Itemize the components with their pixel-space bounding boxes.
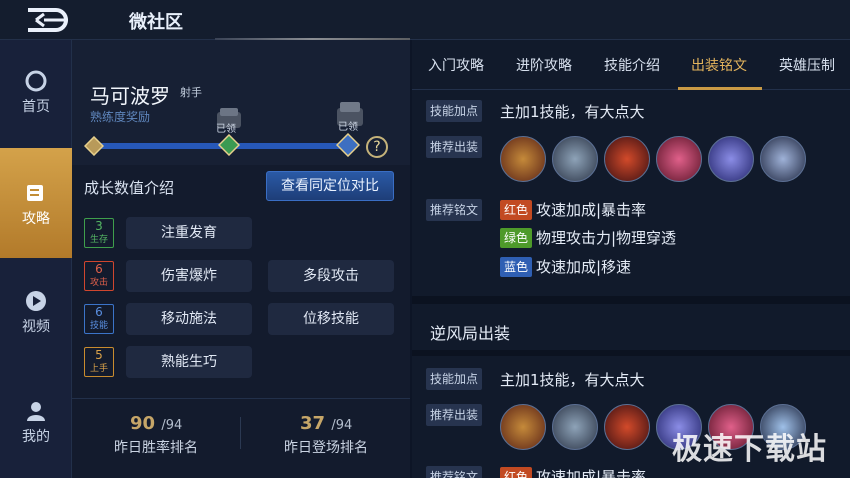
recommended-runes-label: 推荐铭文	[426, 466, 483, 478]
sidebar-item-me[interactable]: 我的	[0, 400, 72, 460]
watermark: 极速下载站	[672, 432, 827, 467]
proficiency-reward-label: 熟练度奖励	[90, 110, 151, 124]
milestone-claimed-label: 已领	[216, 124, 236, 135]
tab-advanced[interactable]: 进阶攻略	[516, 55, 572, 75]
hero-name: 马可波罗	[90, 84, 170, 108]
sidebar-item-label: 首页	[22, 99, 50, 115]
item-icon[interactable]	[604, 136, 650, 182]
item-icon[interactable]	[552, 136, 598, 182]
rank-badge-icon	[218, 134, 240, 156]
attack-score-tag: 6 攻击	[84, 261, 114, 291]
divider	[240, 417, 241, 449]
ranking-stats: 90 /94 昨日胜率排名 37 /94 昨日登场排名	[72, 398, 410, 478]
back-icon[interactable]	[22, 6, 74, 34]
sidebar-item-video[interactable]: 视频	[0, 290, 72, 350]
skill-order-label: 技能加点	[426, 100, 483, 122]
skill-order-text: 主加1技能，有大点大	[500, 371, 645, 389]
trait-pill: 熟能生巧	[126, 346, 252, 378]
tab-beginner[interactable]: 入门攻略	[428, 55, 484, 75]
rune-text: 攻速加成|暴击率	[536, 468, 647, 478]
win-rate-rank-label: 昨日胜率排名	[114, 440, 198, 456]
trait-pill: 位移技能	[268, 303, 394, 335]
difficulty-score-tag: 5 上手	[84, 347, 114, 377]
rune-color-red: 红色	[500, 467, 533, 478]
sidebar: 首页 攻略 视频 我的	[0, 40, 72, 478]
active-tab-indicator	[678, 87, 762, 90]
item-icon[interactable]	[500, 404, 546, 450]
milestone-claimed-label: 已领	[338, 122, 358, 133]
item-icon[interactable]	[708, 136, 754, 182]
sidebar-item-guide[interactable]: 攻略	[0, 148, 72, 258]
rune-text: 攻速加成|暴击率	[536, 201, 647, 219]
rune-color-blue: 蓝色	[500, 257, 533, 277]
sidebar-item-label: 我的	[22, 429, 50, 445]
section-divider	[412, 296, 850, 304]
hero-card: 马可波罗 射手 熟练度奖励 已领 已领 ?	[72, 40, 410, 165]
sidebar-item-label: 视频	[22, 319, 50, 335]
page-title: 微社区	[129, 12, 183, 33]
survival-score-tag: 3 生存	[84, 218, 114, 248]
item-icon[interactable]	[604, 404, 650, 450]
trait-pill: 移动施法	[126, 303, 252, 335]
alt-build-title: 逆风局出装	[430, 324, 511, 343]
tab-build[interactable]: 出装铭文	[691, 55, 747, 75]
appearance-rank-label: 昨日登场排名	[284, 440, 368, 456]
recommended-items-label: 推荐出装	[426, 404, 483, 426]
item-icon[interactable]	[760, 136, 806, 182]
top-bar: 微社区	[0, 0, 850, 40]
trait-pill: 伤害爆炸	[126, 260, 252, 292]
rune-color-green: 绿色	[500, 228, 533, 248]
item-icon[interactable]	[500, 136, 546, 182]
sidebar-item-home[interactable]: 首页	[0, 70, 72, 130]
video-icon	[26, 291, 46, 311]
compare-position-button[interactable]: 查看同定位对比	[266, 171, 394, 201]
user-icon	[27, 402, 45, 421]
trait-pill: 注重发育	[126, 217, 252, 249]
skill-order-label: 技能加点	[426, 368, 483, 390]
guide-icon	[27, 185, 43, 201]
win-rate-rank-value: 90 /94	[130, 413, 183, 434]
appearance-rank-value: 37 /94	[300, 413, 353, 434]
sidebar-item-label: 攻略	[22, 211, 50, 227]
trait-pill: 多段攻击	[268, 260, 394, 292]
skill-order-text: 主加1技能，有大点大	[500, 103, 645, 121]
rank-badge-icon	[84, 136, 104, 156]
help-icon[interactable]: ?	[366, 136, 388, 158]
item-icon[interactable]	[552, 404, 598, 450]
item-icon[interactable]	[656, 136, 702, 182]
tab-skills[interactable]: 技能介绍	[604, 55, 660, 75]
home-icon	[25, 70, 47, 92]
growth-title: 成长数值介绍	[84, 179, 175, 197]
hero-panel: 马可波罗 射手 熟练度奖励 已领 已领 ? 成长数值介绍 查看同定位对比 3 生…	[72, 40, 410, 478]
rank-badge-icon	[336, 133, 360, 157]
guide-tabs: 入门攻略 进阶攻略 技能介绍 出装铭文 英雄压制	[412, 40, 850, 90]
tab-counters[interactable]: 英雄压制	[779, 55, 835, 75]
rune-text: 攻速加成|移速	[536, 258, 632, 276]
rune-text: 物理攻击力|物理穿透	[536, 229, 677, 247]
guide-content: 入门攻略 进阶攻略 技能介绍 出装铭文 英雄压制 技能加点 主加1技能，有大点大…	[412, 40, 850, 478]
recommended-runes-label: 推荐铭文	[426, 199, 483, 221]
recommended-items-label: 推荐出装	[426, 136, 483, 158]
section-divider	[412, 350, 850, 356]
skill-score-tag: 6 技能	[84, 304, 114, 334]
rune-color-red: 红色	[500, 200, 533, 220]
hero-role: 射手	[180, 86, 202, 99]
